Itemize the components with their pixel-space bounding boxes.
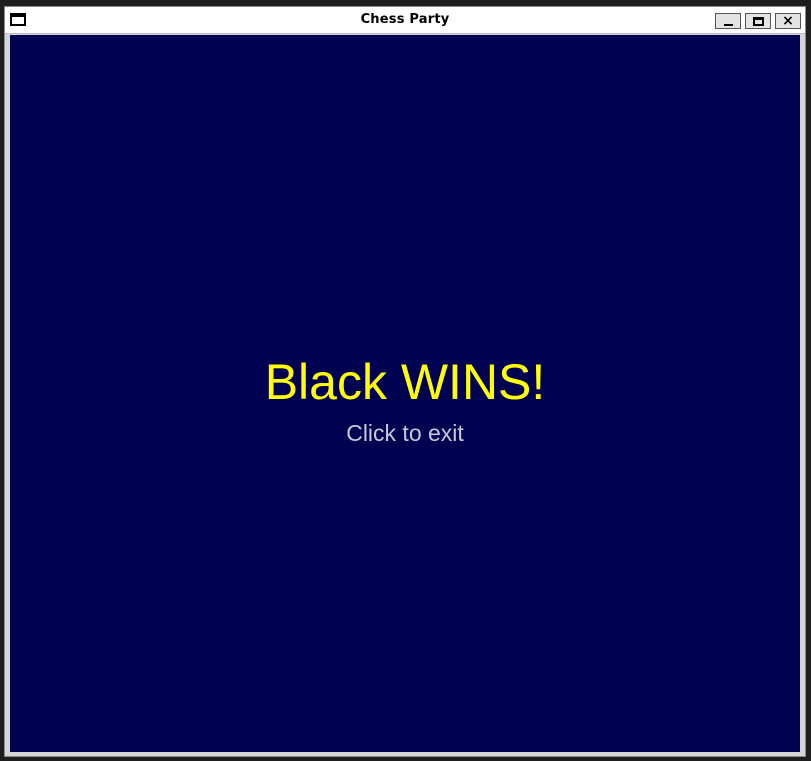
window-title: Chess Party — [360, 12, 450, 27]
maximize-button[interactable] — [745, 13, 771, 29]
minimize-icon — [723, 23, 733, 26]
game-canvas[interactable]: Black WINS! Click to exit — [10, 35, 800, 752]
close-icon: × — [782, 13, 794, 29]
close-button[interactable]: × — [775, 13, 801, 29]
exit-hint-text[interactable]: Click to exit — [10, 420, 800, 447]
window-titlebar[interactable]: Chess Party × — [5, 7, 805, 34]
game-result-text[interactable]: Black WINS! — [10, 353, 800, 411]
app-window: Chess Party × Black WINS! Click to exit — [4, 6, 806, 757]
maximize-icon — [752, 16, 764, 26]
minimize-button[interactable] — [715, 13, 741, 29]
